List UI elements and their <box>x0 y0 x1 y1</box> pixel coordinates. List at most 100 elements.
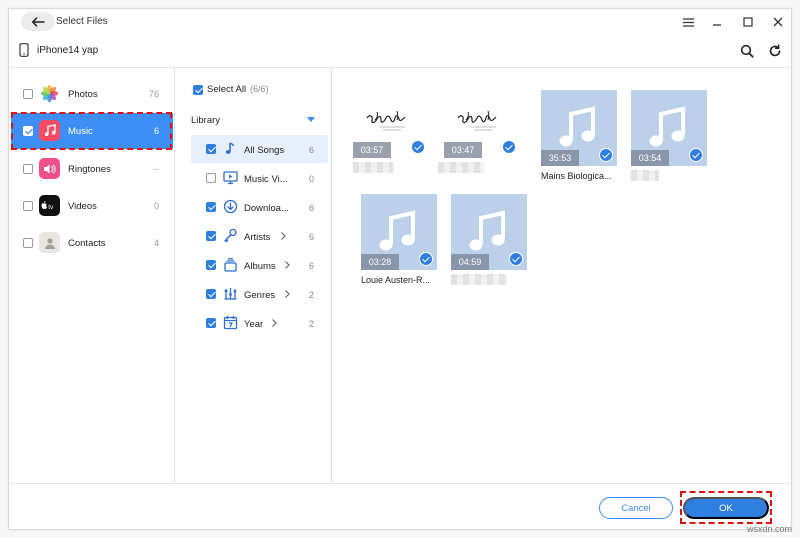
song-duration: 03:47 <box>444 142 482 158</box>
song-tile[interactable]: 03:57 <box>353 82 429 173</box>
category-count: 76 <box>148 89 159 99</box>
category-count: 0 <box>153 201 159 211</box>
maximize-icon <box>743 17 753 27</box>
category-music[interactable]: Music 6 <box>11 113 173 149</box>
menu-button[interactable] <box>680 14 696 30</box>
library-item-count: 2 <box>308 319 314 329</box>
category-ringtones[interactable]: Ringtones -- <box>11 151 173 187</box>
library-item-artists[interactable]: Artists 6 <box>191 222 328 250</box>
genres-checkbox[interactable] <box>206 289 216 299</box>
year-checkbox[interactable] <box>206 318 216 328</box>
blurred-title <box>353 162 393 173</box>
selected-check-icon[interactable] <box>411 140 425 154</box>
search-icon[interactable] <box>740 44 754 58</box>
category-label: Videos <box>68 201 97 212</box>
selected-check-icon[interactable] <box>599 148 613 162</box>
library-item-label: Downloa... <box>244 203 289 214</box>
category-count: 6 <box>153 126 159 136</box>
blurred-title <box>631 170 659 181</box>
category-photos[interactable]: Photos 76 <box>11 76 173 112</box>
music-note-icon <box>225 142 235 154</box>
svg-text:tv: tv <box>48 204 54 211</box>
library-item-count: 6 <box>308 261 314 271</box>
artists-checkbox[interactable] <box>206 231 216 241</box>
blurred-title <box>451 274 507 285</box>
category-count: 4 <box>153 238 159 248</box>
selected-check-icon[interactable] <box>509 252 523 266</box>
library-item-label: Albums <box>244 261 276 272</box>
selected-check-icon[interactable] <box>689 148 703 162</box>
library-item-albums[interactable]: Albums 6 <box>191 251 328 279</box>
watermark-text: wsxdn.com <box>746 524 792 534</box>
library-item-music-videos[interactable]: Music Vi... 0 <box>191 164 328 192</box>
category-count: -- <box>153 164 159 174</box>
device-bar: iPhone14 yap <box>9 37 791 65</box>
select-files-window: Select Files iPhone14 yap Photos 76 Musi… <box>8 8 792 530</box>
calendar-icon <box>223 316 238 330</box>
song-duration: 04:59 <box>451 254 489 270</box>
library-item-label: Year <box>244 319 264 330</box>
song-duration: 03:54 <box>631 150 669 166</box>
song-title: Mains Biologica... <box>541 171 612 181</box>
ringtones-checkbox[interactable] <box>23 164 33 174</box>
ringtones-icon <box>39 158 60 179</box>
library-item-downloads[interactable]: Downloa... 6 <box>191 193 328 221</box>
category-label: Photos <box>68 89 98 100</box>
library-item-label: Genres <box>244 290 276 301</box>
contacts-checkbox[interactable] <box>23 238 33 248</box>
ok-button[interactable]: OK <box>683 497 769 519</box>
refresh-icon[interactable] <box>768 44 782 58</box>
window-title: Select Files <box>56 16 108 27</box>
downloads-checkbox[interactable] <box>206 202 216 212</box>
phone-icon <box>19 43 29 57</box>
song-tile[interactable]: 03:28 Louie Austen-R... <box>361 194 437 285</box>
select-all-checkbox[interactable] <box>193 85 203 95</box>
library-item-label: Artists <box>244 232 271 243</box>
music-app-icon <box>39 120 60 141</box>
title-bar: Select Files <box>9 9 791 35</box>
all-songs-checkbox[interactable] <box>206 144 216 154</box>
chevron-right-icon <box>272 319 277 327</box>
library-item-genres[interactable]: Genres 2 <box>191 280 328 308</box>
videos-checkbox[interactable] <box>23 201 33 211</box>
minimize-icon <box>713 24 721 26</box>
song-grid: 03:57 03:47 35:53 Mains Biologica... 03:… <box>333 68 791 482</box>
category-contacts[interactable]: Contacts 4 <box>11 225 173 261</box>
cancel-button[interactable]: Cancel <box>599 497 673 519</box>
music-videos-checkbox[interactable] <box>206 173 216 183</box>
library-item-count: 6 <box>308 232 314 242</box>
song-tile[interactable]: 03:47 <box>438 82 520 173</box>
close-icon <box>773 17 783 27</box>
close-button[interactable] <box>770 14 786 30</box>
library-item-count: 0 <box>308 174 314 184</box>
selected-check-icon[interactable] <box>419 252 433 266</box>
minimize-button[interactable] <box>709 14 725 30</box>
song-tile[interactable]: 04:59 <box>451 194 527 285</box>
maximize-button[interactable] <box>740 14 756 30</box>
select-all-label[interactable]: Select All <box>207 84 246 95</box>
selected-check-icon[interactable] <box>502 140 516 154</box>
song-tile[interactable]: 35:53 Mains Biologica... <box>541 90 617 181</box>
song-duration: 03:57 <box>353 142 391 158</box>
chevron-right-icon <box>285 261 290 269</box>
chevron-right-icon <box>281 232 286 240</box>
photos-checkbox[interactable] <box>23 89 33 99</box>
song-tile[interactable]: 03:54 <box>631 90 707 181</box>
category-videos[interactable]: tv Videos 0 <box>11 188 173 224</box>
hamburger-menu-icon <box>682 17 694 27</box>
device-name: iPhone14 yap <box>37 45 99 56</box>
library-item-all-songs[interactable]: All Songs 6 <box>191 135 328 163</box>
album-icon <box>224 258 237 272</box>
albums-checkbox[interactable] <box>206 260 216 270</box>
library-item-count: 6 <box>308 145 314 155</box>
caret-down-icon[interactable] <box>307 117 315 122</box>
library-panel: Select All (6/6) Library All Songs 6 Mus… <box>175 68 332 482</box>
back-button[interactable] <box>21 12 55 31</box>
artist-icon <box>224 228 237 243</box>
category-label: Contacts <box>68 238 106 249</box>
library-item-year[interactable]: Year 2 <box>191 309 328 337</box>
download-icon <box>223 199 238 214</box>
song-title: Louie Austen-R... <box>361 275 431 285</box>
blurred-title <box>438 162 484 173</box>
music-checkbox[interactable] <box>23 126 33 136</box>
